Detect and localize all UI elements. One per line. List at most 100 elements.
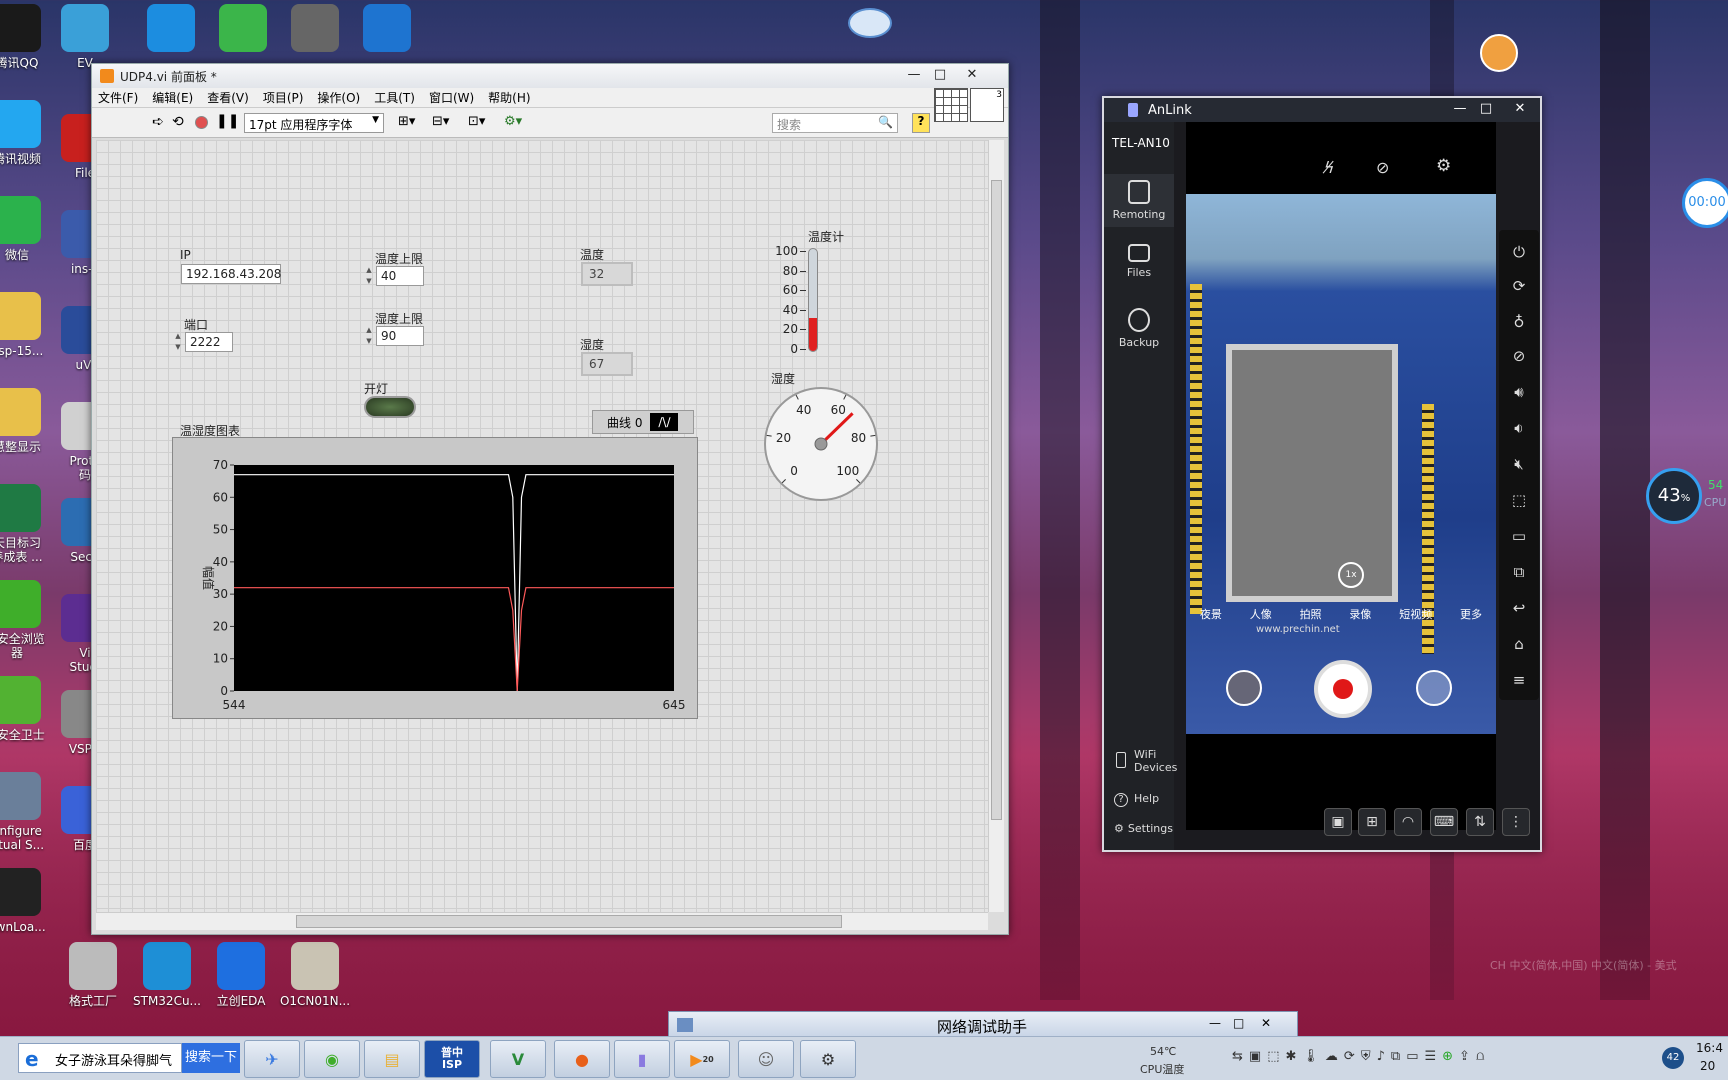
zoom-indicator[interactable]: 1x [1338, 562, 1364, 588]
menu-item[interactable]: 工具(T) [374, 89, 415, 106]
menu-icon[interactable]: ≡ [1509, 670, 1529, 690]
desktop-icon-grid-app-icon[interactable] [342, 4, 432, 56]
camera-mode-item[interactable]: 短视频 [1399, 606, 1432, 622]
taskbar-network-button[interactable]: ⚙ [800, 1040, 856, 1078]
tray-share-icon[interactable]: ⇪ [1459, 1049, 1470, 1064]
maximize-button[interactable]: □ [1233, 1016, 1244, 1030]
menu-item[interactable]: 编辑(E) [152, 89, 193, 106]
volume-up-icon[interactable]: 🔊︎ [1509, 382, 1529, 402]
align-objects-icon[interactable]: ⊞▾ [398, 114, 415, 129]
camera-mode-item[interactable]: 夜景 [1200, 606, 1222, 622]
shiba-dog-widget-icon[interactable] [1480, 34, 1518, 72]
menu-item[interactable]: 操作(O) [317, 89, 360, 106]
temp-upper-input[interactable]: 40 [376, 266, 424, 286]
tray-bluetooth-icon[interactable]: ✱ [1286, 1049, 1297, 1064]
browser-search-box[interactable]: e 女子游泳耳朵得脚气 [18, 1043, 182, 1073]
power-icon[interactable]: ⏻ [1509, 242, 1529, 262]
taskbar-explorer-button[interactable]: ▤ [364, 1040, 420, 1078]
taskbar-anlink-button[interactable]: ▮ [614, 1040, 670, 1078]
camera-mode-item[interactable]: 更多 [1460, 606, 1482, 622]
shutter-button[interactable] [1314, 660, 1372, 718]
menu-item[interactable]: 文件(F) [98, 89, 138, 106]
tray-cloud-icon[interactable]: ☁ [1325, 1049, 1338, 1064]
taskbar-keil-button[interactable]: V [490, 1040, 546, 1078]
temp-upper-stepper[interactable]: ▲ ▼ [364, 265, 374, 287]
taskbar-isp-button[interactable]: 普中 ISP [424, 1040, 480, 1078]
timer-widget[interactable]: 00:00 [1682, 178, 1728, 228]
tray-menu-icon[interactable]: ☰ [1424, 1049, 1436, 1064]
tray-copy-icon[interactable]: ⧉ [1391, 1049, 1400, 1064]
taskbar-labview-button[interactable]: ▶ 20 [674, 1040, 730, 1078]
desktop-icon-download-icon[interactable]: ownLoa... [0, 868, 62, 934]
close-button[interactable]: ✕ [1508, 100, 1532, 118]
menu-item[interactable]: 窗口(W) [429, 89, 474, 106]
distribute-objects-icon[interactable]: ⊟▾ [432, 114, 449, 129]
font-select[interactable]: 17pt 应用程序字体 ▼ [244, 113, 384, 133]
devices-icon[interactable]: ⊞ [1358, 808, 1386, 836]
nav-backup[interactable]: Backup [1104, 308, 1174, 349]
window-mode-icon[interactable]: ▣ [1324, 808, 1352, 836]
vi-icon[interactable]: 3 [970, 88, 1004, 122]
horizontal-scroll-thumb[interactable] [296, 915, 842, 928]
tray-app-icon[interactable]: ⬚ [1267, 1049, 1279, 1064]
reorder-icon[interactable]: ⚙▾ [504, 114, 522, 129]
tray-thermometer-icon[interactable]: 🌡︎ [1302, 1049, 1319, 1064]
minimize-button[interactable]: — [902, 66, 926, 84]
more-icon[interactable]: ⋮ [1502, 808, 1530, 836]
tray-music-icon[interactable]: ♪ [1377, 1049, 1385, 1064]
connector-pane-icon[interactable] [934, 88, 968, 122]
maximize-button[interactable]: □ [1474, 100, 1498, 118]
nav-wifi-devices[interactable]: WiFi Devices [1114, 748, 1177, 774]
close-button[interactable]: ✕ [1261, 1016, 1271, 1030]
tray-network-icon[interactable]: ⇆ [1232, 1049, 1243, 1064]
desktop-icon-image-file-icon[interactable]: O1CN01N... [270, 942, 360, 1008]
port-stepper[interactable]: ▲ ▼ [173, 331, 183, 353]
gallery-thumbnail[interactable] [1226, 670, 1262, 706]
owl-widget-icon[interactable] [848, 8, 892, 38]
light-led[interactable] [364, 396, 416, 418]
horizontal-scrollbar[interactable] [96, 912, 988, 930]
taskbar-firefox-button[interactable]: ● [554, 1040, 610, 1078]
flash-off-icon[interactable]: ϟ̸ [1324, 158, 1335, 177]
tray-app-icon[interactable]: ▣ [1249, 1049, 1261, 1064]
humid-upper-input[interactable]: 90 [376, 326, 424, 346]
taskbar-browser-button[interactable]: ◉ [304, 1040, 360, 1078]
run-arrow-icon[interactable]: ➪ [152, 114, 164, 130]
menu-item[interactable]: 项目(P) [263, 89, 304, 106]
menu-item[interactable]: 帮助(H) [488, 89, 530, 106]
taskbar-feishu-button[interactable]: ✈ [244, 1040, 300, 1078]
keyboard-icon[interactable]: ⌨ [1430, 808, 1458, 836]
vertical-scroll-thumb[interactable] [991, 180, 1002, 820]
camera-mode-item[interactable]: 人像 [1250, 606, 1272, 622]
search-input[interactable]: 搜索 🔍 [772, 113, 898, 133]
close-button[interactable]: ✕ [960, 66, 984, 84]
taskbar-photo-button[interactable]: ☺ [738, 1040, 794, 1078]
menu-item[interactable]: 查看(V) [207, 89, 249, 106]
context-help-button[interactable]: ? [912, 113, 930, 133]
phone-screen[interactable]: ϟ̸ ⊘ ⚙ 1x 夜景 人像 拍照 录像 短视频 更多 www.prechin.net [1186, 122, 1496, 830]
audio-icon[interactable]: ◠ [1394, 808, 1422, 836]
clock-date[interactable]: 20 [1700, 1059, 1715, 1073]
record-screen-icon[interactable]: ▭ [1509, 526, 1529, 546]
search-button[interactable]: 搜索一下 [182, 1043, 240, 1073]
tray-plus-icon[interactable]: ⊕ [1442, 1049, 1453, 1064]
mute-icon[interactable]: 🔇︎ [1509, 454, 1529, 474]
anlink-titlebar[interactable]: AnLink — □ ✕ [1104, 98, 1540, 122]
nav-settings[interactable]: ⚙ Settings [1114, 822, 1173, 835]
network-debug-window[interactable]: 网络调试助手 — □ ✕ [668, 1011, 1298, 1039]
minimize-button[interactable]: — [1448, 100, 1472, 118]
back-icon[interactable]: ↩ [1509, 598, 1529, 618]
chart-legend[interactable]: 曲线 0 ∕\∕ [592, 410, 694, 434]
desktop-icon-ev-recorder-icon[interactable]: EV [40, 4, 130, 70]
tray-shield-icon[interactable]: ⛨ [1361, 1049, 1371, 1064]
volume-down-icon[interactable]: 🔉︎ [1509, 418, 1529, 438]
labview-titlebar[interactable]: UDP4.vi 前面板 * — □ ✕ [92, 64, 1008, 88]
resize-objects-icon[interactable]: ⊡▾ [468, 114, 485, 129]
bulb-icon[interactable]: ♁ [1509, 312, 1529, 332]
bulb-off-icon[interactable]: ⊘ [1509, 346, 1529, 366]
nav-help[interactable]: ? Help [1114, 792, 1159, 807]
port-input[interactable]: 2222 [185, 332, 233, 352]
rotate-icon[interactable]: ⟳ [1509, 276, 1529, 296]
camera-settings-icon[interactable]: ⚙ [1436, 156, 1451, 176]
crop-icon[interactable]: ⧉ [1509, 562, 1529, 582]
